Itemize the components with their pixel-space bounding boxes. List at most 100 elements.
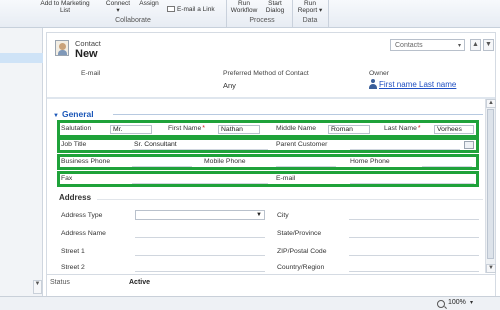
- ribbon-group-data: Data: [302, 17, 318, 24]
- collapse-triangle-icon: ▼: [53, 113, 59, 119]
- ribbon-group-process: Process: [249, 17, 275, 24]
- parent-customer-input[interactable]: [350, 141, 460, 150]
- left-pane-scroll-down[interactable]: ▼: [33, 280, 42, 294]
- contact-form: Contact New Contacts ▾ ▲ ▼ E-mail Prefer…: [46, 32, 496, 296]
- connect-button[interactable]: Connect ▾: [104, 0, 132, 14]
- city-input[interactable]: [349, 210, 479, 220]
- header-email-label: E-mail: [81, 70, 101, 77]
- previous-record-button[interactable]: ▲: [470, 39, 481, 51]
- mobile-phone-input[interactable]: [276, 158, 336, 167]
- salutation-input[interactable]: Mr.: [110, 125, 152, 134]
- assign-button[interactable]: Assign: [138, 0, 160, 7]
- last-name-input[interactable]: Vorhees: [434, 125, 474, 134]
- crm-contact-form-window: Add to Marketing List Connect ▾ Assign E…: [0, 0, 500, 310]
- ribbon-group-collaborate: Collaborate: [115, 17, 151, 24]
- ribbon-separator: [226, 0, 227, 27]
- section-divider: [113, 114, 483, 115]
- job-title-input[interactable]: Sr. Consultant: [132, 141, 268, 150]
- mobile-phone-label: Mobile Phone: [204, 158, 246, 165]
- chevron-down-icon[interactable]: ▾: [470, 299, 473, 306]
- chevron-down-icon: ▼: [256, 212, 262, 218]
- first-name-label: First Name*: [168, 125, 205, 132]
- general-section-toggle[interactable]: ▼ General: [53, 109, 94, 119]
- general-section-title: General: [61, 109, 94, 119]
- section-divider: [97, 199, 483, 200]
- form-footer: Status Active: [47, 274, 495, 296]
- street1-input[interactable]: [135, 246, 265, 256]
- form-body: ▼ General Salutation Mr. First Name* Nath…: [49, 99, 493, 273]
- city-label: City: [277, 212, 289, 219]
- business-phone-label: Business Phone: [61, 158, 111, 165]
- add-to-marketing-list-button[interactable]: Add to Marketing List: [40, 0, 90, 14]
- address-name-input[interactable]: [135, 228, 265, 238]
- country-region-label: Country/Region: [277, 264, 325, 271]
- lookup-icon[interactable]: [464, 141, 474, 149]
- email-icon: [167, 6, 175, 13]
- email-a-link-button[interactable]: E-mail a Link: [167, 6, 223, 13]
- fax-email-row: Fax E-mail: [57, 171, 479, 187]
- zoom-level[interactable]: 100%: [448, 299, 466, 306]
- phones-row: Business Phone Mobile Phone Home Phone: [57, 154, 479, 170]
- first-name-required-marker: *: [202, 125, 205, 132]
- zip-postal-code-input[interactable]: [349, 246, 479, 256]
- header-preferred-contact-value[interactable]: Any: [223, 81, 236, 90]
- zoom-icon[interactable]: [437, 300, 445, 308]
- address-type-select[interactable]: ▼: [135, 210, 265, 220]
- ribbon-separator: [328, 0, 329, 27]
- street2-input[interactable]: [135, 262, 265, 272]
- fax-input[interactable]: [132, 175, 268, 184]
- run-workflow-button[interactable]: Run Workflow: [230, 0, 258, 14]
- ribbon-separator: [292, 0, 293, 27]
- status-value: Active: [129, 279, 151, 286]
- start-dialog-button[interactable]: Start Dialog: [262, 0, 288, 14]
- owner-user-icon: [369, 79, 377, 89]
- scroll-down-arrow-icon[interactable]: ▼: [486, 264, 496, 273]
- run-report-button[interactable]: Run Report ▾: [296, 0, 324, 14]
- address-type-label: Address Type: [61, 212, 103, 219]
- contact-entity-icon: [55, 40, 69, 56]
- first-name-input[interactable]: Nathan: [218, 125, 260, 134]
- last-name-label-text: Last Name: [384, 125, 417, 132]
- salutation-label: Salutation: [61, 125, 92, 132]
- owner-link[interactable]: First name Last name: [379, 80, 456, 89]
- middle-name-label: Middle Name: [276, 125, 317, 132]
- next-record-button[interactable]: ▼: [483, 39, 494, 51]
- job-title-row: Job Title Sr. Consultant Parent Customer: [57, 137, 479, 153]
- browser-status-bar: 100% ▾: [0, 296, 500, 310]
- home-phone-input[interactable]: [422, 158, 472, 167]
- chevron-down-icon: ▾: [457, 43, 461, 49]
- state-province-label: State/Province: [277, 230, 322, 237]
- view-selector[interactable]: Contacts ▾: [390, 39, 465, 51]
- business-phone-input[interactable]: [132, 158, 192, 167]
- name-fields-row: Salutation Mr. First Name* Nathan Middle…: [57, 120, 479, 138]
- ribbon: Add to Marketing List Connect ▾ Assign E…: [0, 0, 500, 28]
- scroll-up-arrow-icon[interactable]: ▲: [486, 99, 496, 108]
- last-name-required-marker: *: [417, 125, 421, 132]
- address-section-title: Address: [59, 193, 92, 202]
- last-name-label: Last Name*: [384, 125, 421, 132]
- address-name-label: Address Name: [61, 230, 106, 237]
- email-input[interactable]: [350, 175, 474, 184]
- home-phone-label: Home Phone: [350, 158, 390, 165]
- zip-postal-code-label: ZIP/Postal Code: [277, 248, 327, 255]
- middle-name-input[interactable]: Roman: [328, 125, 370, 134]
- scroll-thumb[interactable]: [487, 109, 494, 259]
- record-title: New: [75, 48, 98, 60]
- country-region-input[interactable]: [349, 262, 479, 272]
- email-label: E-mail: [276, 175, 296, 182]
- header-owner-label: Owner: [369, 70, 390, 77]
- first-name-label-text: First Name: [168, 125, 202, 132]
- fax-label: Fax: [61, 175, 73, 182]
- status-label: Status: [50, 279, 70, 286]
- state-province-input[interactable]: [349, 228, 479, 238]
- left-navigation-pane: [0, 28, 43, 296]
- header-preferred-contact-label: Preferred Method of Contact: [223, 70, 309, 77]
- parent-customer-label: Parent Customer: [276, 141, 328, 148]
- form-vertical-scrollbar[interactable]: ▲ ▼: [485, 99, 496, 273]
- street1-label: Street 1: [61, 248, 85, 255]
- nav-item-selected[interactable]: [0, 53, 43, 63]
- entity-name: Contact: [75, 39, 101, 48]
- street2-label: Street 2: [61, 264, 85, 271]
- job-title-label: Job Title: [61, 141, 87, 148]
- email-a-link-label: E-mail a Link: [177, 6, 215, 13]
